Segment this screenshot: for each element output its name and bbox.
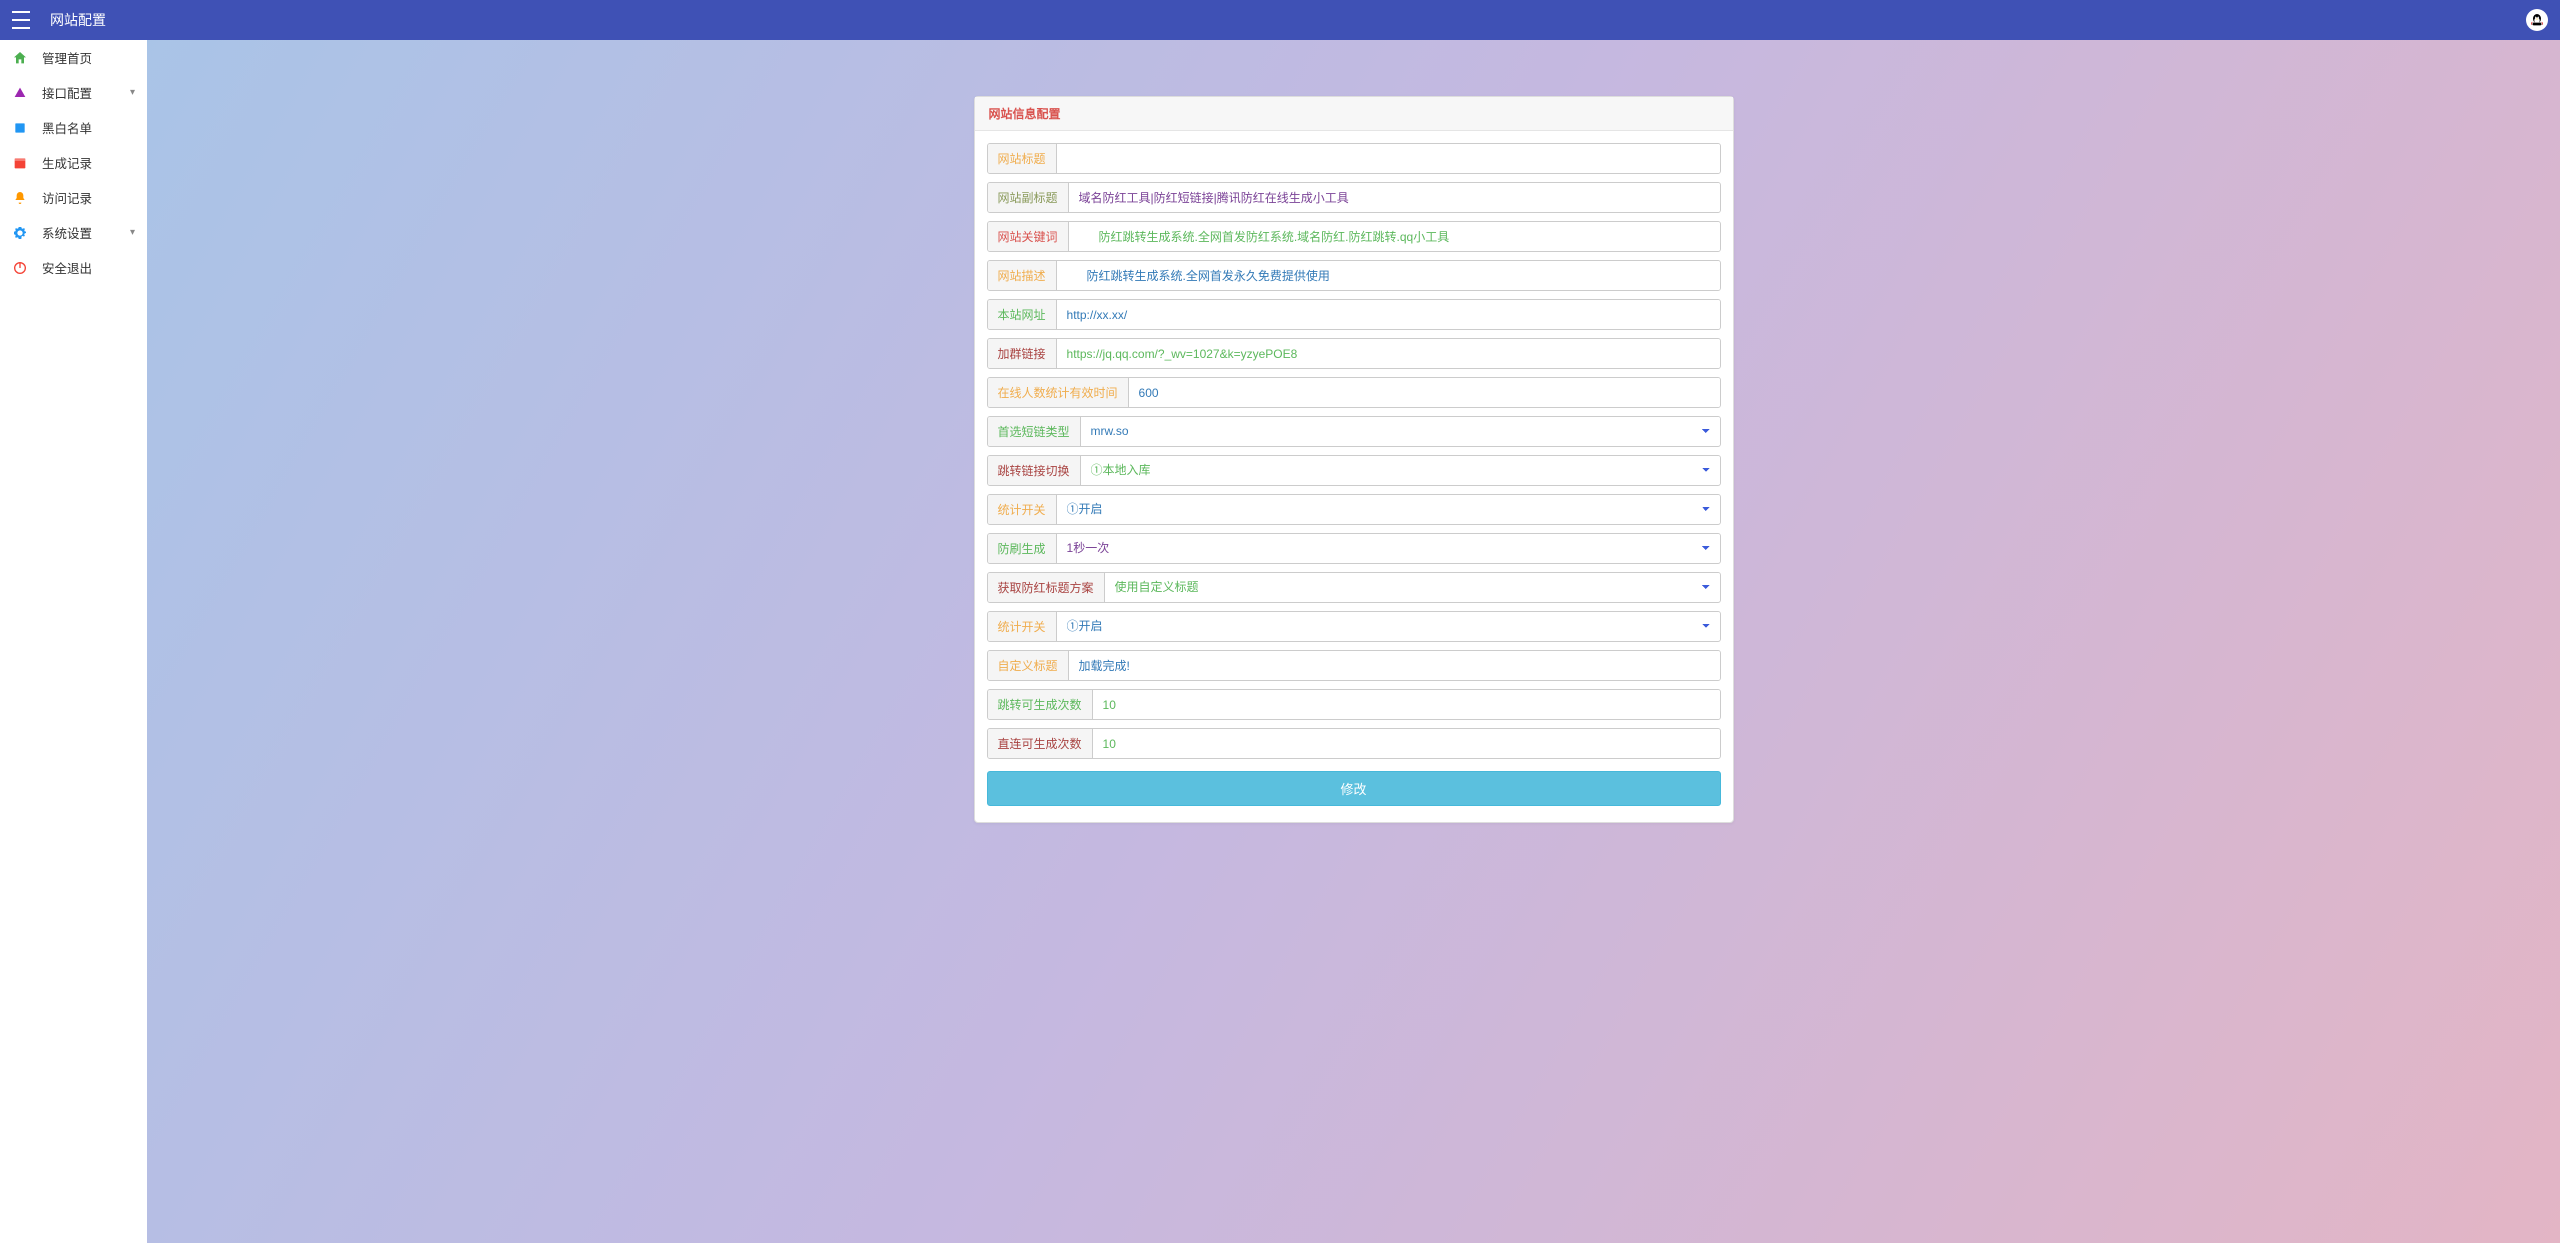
- field-anti-brush: 防刷生成 1秒一次: [987, 533, 1721, 564]
- avatar[interactable]: [2526, 9, 2548, 31]
- sidebar-item-visit-records[interactable]: 访问记录: [0, 180, 147, 215]
- site-title-input[interactable]: [1057, 144, 1720, 173]
- field-label: 跳转可生成次数: [988, 690, 1093, 719]
- field-custom-title: 自定义标题: [987, 650, 1721, 681]
- config-panel: 网站信息配置 网站标题 网站副标题 网站关键词 网站描述 本站网址: [974, 96, 1734, 823]
- field-label: 网站标题: [988, 144, 1057, 173]
- tag-icon: [12, 120, 28, 136]
- field-label: 统计开关: [988, 495, 1057, 524]
- sidebar-item-gen-records[interactable]: 生成记录: [0, 145, 147, 180]
- field-label: 本站网址: [988, 300, 1057, 329]
- field-stat-switch-1: 统计开关 ①开启: [987, 494, 1721, 525]
- sidebar-item-label: 访问记录: [42, 188, 92, 207]
- field-stat-switch-2: 统计开关 ①开启: [987, 611, 1721, 642]
- field-direct-gen-count: 直连可生成次数: [987, 728, 1721, 759]
- chevron-down-icon: ▾: [130, 87, 135, 98]
- redirect-gen-count-input[interactable]: [1093, 690, 1720, 719]
- field-label: 直连可生成次数: [988, 729, 1093, 758]
- submit-button[interactable]: 修改: [987, 771, 1721, 806]
- field-title-scheme: 获取防红标题方案 使用自定义标题: [987, 572, 1721, 603]
- calendar-icon: [12, 155, 28, 171]
- panel-heading: 网站信息配置: [975, 97, 1733, 131]
- home-icon: [12, 50, 28, 66]
- power-icon: [12, 260, 28, 276]
- redirect-switch-select[interactable]: ①本地入库: [1081, 456, 1720, 484]
- field-site-url: 本站网址: [987, 299, 1721, 330]
- field-label: 首选短链类型: [988, 417, 1081, 446]
- anti-brush-select[interactable]: 1秒一次: [1057, 534, 1720, 562]
- sidebar-item-api-config[interactable]: 接口配置 ▾: [0, 75, 147, 110]
- online-stat-ttl-input[interactable]: [1129, 378, 1720, 407]
- title-scheme-select[interactable]: 使用自定义标题: [1105, 573, 1720, 601]
- sidebar-item-label: 接口配置: [42, 83, 92, 102]
- field-short-link-pref: 首选短链类型 mrw.so: [987, 416, 1721, 447]
- field-site-desc: 网站描述: [987, 260, 1721, 291]
- group-link-input[interactable]: [1057, 339, 1720, 368]
- field-label: 加群链接: [988, 339, 1057, 368]
- triangle-icon: [12, 85, 28, 101]
- field-site-keywords: 网站关键词: [987, 221, 1721, 252]
- field-label: 网站副标题: [988, 183, 1069, 212]
- sidebar-item-label: 黑白名单: [42, 118, 92, 137]
- sidebar-item-home[interactable]: 管理首页: [0, 40, 147, 75]
- stat-switch-1-select[interactable]: ①开启: [1057, 495, 1720, 523]
- field-online-stat-ttl: 在线人数统计有效时间: [987, 377, 1721, 408]
- panel-body: 网站标题 网站副标题 网站关键词 网站描述 本站网址 加群链接: [975, 131, 1733, 822]
- field-label: 自定义标题: [988, 651, 1069, 680]
- qq-penguin-icon: [2529, 12, 2545, 28]
- site-desc-input[interactable]: [1057, 261, 1720, 290]
- sidebar-item-label: 安全退出: [42, 258, 92, 277]
- sidebar-item-logout[interactable]: 安全退出: [0, 250, 147, 285]
- site-subtitle-input[interactable]: [1069, 183, 1720, 212]
- stat-switch-2-select[interactable]: ①开启: [1057, 612, 1720, 640]
- menu-toggle-icon[interactable]: [12, 11, 30, 29]
- field-redirect-gen-count: 跳转可生成次数: [987, 689, 1721, 720]
- field-label: 统计开关: [988, 612, 1057, 641]
- field-label: 网站描述: [988, 261, 1057, 290]
- sidebar-item-label: 管理首页: [42, 48, 92, 67]
- sidebar: 管理首页 接口配置 ▾ 黑白名单 生成记录 访问记录 系统设置 ▾ 安全退出: [0, 40, 147, 1243]
- field-label: 跳转链接切换: [988, 456, 1081, 485]
- field-label: 获取防红标题方案: [988, 573, 1105, 602]
- app-header: 网站配置: [0, 0, 2560, 40]
- field-redirect-switch: 跳转链接切换 ①本地入库: [987, 455, 1721, 486]
- chevron-down-icon: ▾: [130, 227, 135, 238]
- short-link-pref-select[interactable]: mrw.so: [1081, 417, 1720, 445]
- main-content: 网站信息配置 网站标题 网站副标题 网站关键词 网站描述 本站网址: [147, 0, 2560, 1243]
- field-label: 网站关键词: [988, 222, 1069, 251]
- sidebar-item-label: 生成记录: [42, 153, 92, 172]
- bell-icon: [12, 190, 28, 206]
- sidebar-item-system-settings[interactable]: 系统设置 ▾: [0, 215, 147, 250]
- site-keywords-input[interactable]: [1069, 222, 1720, 251]
- site-url-input[interactable]: [1057, 300, 1720, 329]
- page-title: 网站配置: [50, 10, 106, 30]
- field-group-link: 加群链接: [987, 338, 1721, 369]
- custom-title-input[interactable]: [1069, 651, 1720, 680]
- sidebar-item-blackwhite-list[interactable]: 黑白名单: [0, 110, 147, 145]
- direct-gen-count-input[interactable]: [1093, 729, 1720, 758]
- field-site-subtitle: 网站副标题: [987, 182, 1721, 213]
- sidebar-item-label: 系统设置: [42, 223, 92, 242]
- gear-icon: [12, 225, 28, 241]
- field-site-title: 网站标题: [987, 143, 1721, 174]
- field-label: 防刷生成: [988, 534, 1057, 563]
- field-label: 在线人数统计有效时间: [988, 378, 1129, 407]
